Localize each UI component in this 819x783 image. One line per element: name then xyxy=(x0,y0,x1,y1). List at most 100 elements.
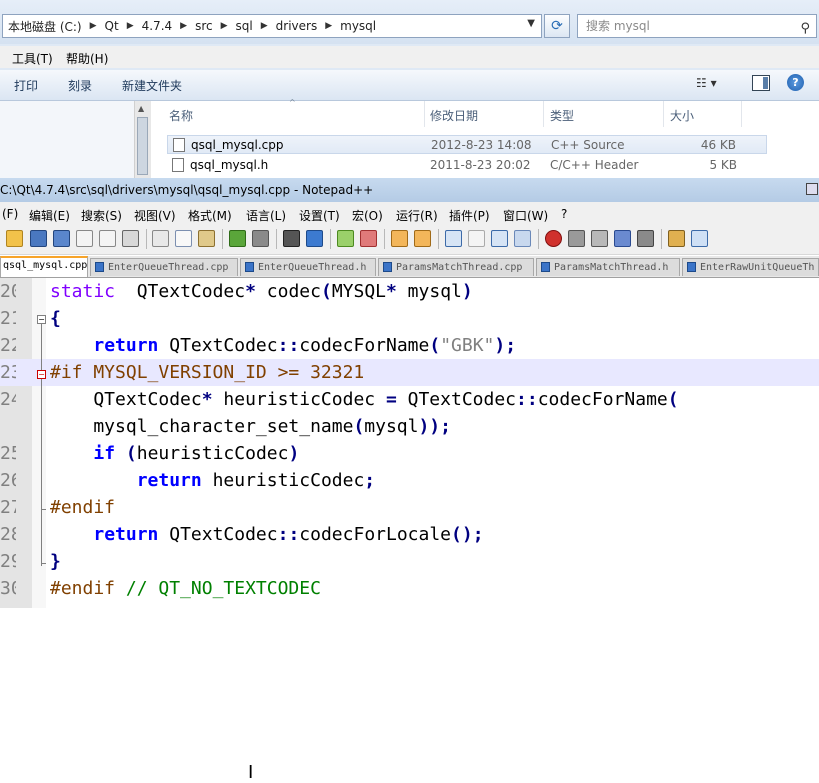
refresh-button[interactable]: ⟳ xyxy=(544,14,570,38)
close-all-icon[interactable] xyxy=(99,230,116,247)
chevron-right-icon[interactable]: ▶ xyxy=(87,21,100,31)
file-row[interactable]: qsql_mysql.h 2011-8-23 20:02 C/C++ Heade… xyxy=(167,156,767,175)
menu-edit[interactable]: 编辑(E) xyxy=(29,207,70,224)
code-line[interactable]: 30 #endif // QT_NO_TEXTCODEC xyxy=(0,575,819,602)
column-header-type[interactable]: 类型 xyxy=(550,107,574,124)
breadcrumb-drive[interactable]: 本地磁盘 (C:) xyxy=(3,18,87,35)
chevron-right-icon[interactable]: ▶ xyxy=(124,21,137,31)
copy-icon[interactable] xyxy=(175,230,192,247)
menu-run[interactable]: 运行(R) xyxy=(396,207,438,224)
open-file-icon[interactable] xyxy=(6,230,23,247)
chevron-right-icon[interactable]: ▶ xyxy=(218,21,231,31)
tab-enterrawunitqueuethread[interactable]: EnterRawUnitQueueTh xyxy=(682,258,819,276)
breadcrumb-drivers[interactable]: drivers xyxy=(271,19,323,33)
fold-toggle-icon[interactable]: − xyxy=(37,315,46,324)
replace-icon[interactable] xyxy=(306,230,323,247)
sync-horizontal-icon[interactable] xyxy=(414,230,431,247)
restore-window-icon[interactable] xyxy=(806,183,818,195)
scroll-up-arrow-icon[interactable]: ▲ xyxy=(138,104,144,113)
sync-vertical-icon[interactable] xyxy=(391,230,408,247)
breadcrumb-sql[interactable]: sql xyxy=(231,19,258,33)
code-line[interactable]: 20static QTextCodec* codec(MYSQL* mysql) xyxy=(0,278,819,305)
code-editor[interactable]: 20static QTextCodec* codec(MYSQL* mysql)… xyxy=(0,278,819,608)
code-line[interactable]: mysql_character_set_name(mysql)); xyxy=(0,413,819,440)
print-button[interactable]: 打印 xyxy=(14,77,38,94)
code-line[interactable]: 22 return QTextCodec::codecForName("GBK"… xyxy=(0,332,819,359)
menu-macro[interactable]: 宏(O) xyxy=(352,207,383,224)
save-all-icon[interactable] xyxy=(53,230,70,247)
tab-qsql-mysql-cpp[interactable]: qsql_mysql.cpp xyxy=(0,256,88,277)
menu-language[interactable]: 语言(L) xyxy=(246,207,286,224)
plugin-icon[interactable] xyxy=(668,230,685,247)
breadcrumb-qt[interactable]: Qt xyxy=(100,19,124,33)
run-macro-multiple-icon[interactable] xyxy=(614,230,631,247)
column-divider[interactable] xyxy=(741,101,742,127)
undo-icon[interactable] xyxy=(229,230,246,247)
menu-window[interactable]: 窗口(W) xyxy=(503,207,548,224)
navigation-scrollbar[interactable]: ▲ xyxy=(134,101,151,178)
word-wrap-icon[interactable] xyxy=(445,230,462,247)
code-line[interactable]: 24 QTextCodec* heuristicCodec = QTextCod… xyxy=(0,386,819,413)
show-all-chars-icon[interactable] xyxy=(468,230,485,247)
burn-button[interactable]: 刻录 xyxy=(68,77,92,94)
code-line[interactable]: 28 return QTextCodec::codecForLocale(); xyxy=(0,521,819,548)
close-file-icon[interactable] xyxy=(76,230,93,247)
save-icon[interactable] xyxy=(30,230,47,247)
menu-help[interactable]: ? xyxy=(561,207,567,221)
redo-icon[interactable] xyxy=(252,230,269,247)
cut-icon[interactable] xyxy=(152,230,169,247)
column-header-size[interactable]: 大小 xyxy=(670,107,694,124)
indent-guide-icon[interactable] xyxy=(491,230,508,247)
menu-file[interactable]: (F) xyxy=(2,207,18,221)
find-icon[interactable] xyxy=(283,230,300,247)
column-divider[interactable] xyxy=(424,101,425,127)
column-divider[interactable] xyxy=(543,101,544,127)
navigation-pane[interactable] xyxy=(0,101,134,178)
help-icon[interactable]: ? xyxy=(787,74,804,91)
column-divider[interactable] xyxy=(663,101,664,127)
record-macro-icon[interactable] xyxy=(545,230,562,247)
zoom-in-icon[interactable] xyxy=(337,230,354,247)
fold-toggle-icon[interactable]: − xyxy=(37,370,46,379)
menu-plugins[interactable]: 插件(P) xyxy=(449,207,490,224)
column-header-name[interactable]: 名称 xyxy=(169,107,193,124)
save-macro-icon[interactable] xyxy=(637,230,654,247)
tab-paramsmatchthread-h[interactable]: ParamsMatchThread.h xyxy=(536,258,680,276)
print-icon[interactable] xyxy=(122,230,139,247)
scrollbar-thumb[interactable] xyxy=(137,117,148,175)
chevron-right-icon[interactable]: ▶ xyxy=(258,21,271,31)
spellcheck-icon[interactable] xyxy=(691,230,708,247)
new-folder-button[interactable]: 新建文件夹 xyxy=(122,77,182,94)
play-macro-icon[interactable] xyxy=(591,230,608,247)
chevron-right-icon[interactable]: ▶ xyxy=(322,21,335,31)
menu-help[interactable]: 帮助(H) xyxy=(66,50,108,67)
chevron-right-icon[interactable]: ▶ xyxy=(177,21,190,31)
menu-view[interactable]: 视图(V) xyxy=(134,207,176,224)
code-line[interactable]: 25 if (heuristicCodec) xyxy=(0,440,819,467)
code-line[interactable]: 23 #if MYSQL_VERSION_ID >= 32321 xyxy=(0,359,819,386)
search-input[interactable]: 搜索 mysql ⚲ xyxy=(577,14,817,38)
preview-pane-button[interactable] xyxy=(752,75,770,91)
zoom-out-icon[interactable] xyxy=(360,230,377,247)
tab-paramsmatchthread-cpp[interactable]: ParamsMatchThread.cpp xyxy=(378,258,534,276)
menu-settings[interactable]: 设置(T) xyxy=(299,207,340,224)
function-list-icon[interactable] xyxy=(514,230,531,247)
view-options-button[interactable]: ☷ ▾ xyxy=(696,76,717,90)
stop-macro-icon[interactable] xyxy=(568,230,585,247)
code-line[interactable]: 26 return heuristicCodec; xyxy=(0,467,819,494)
tab-enterqueuethread-h[interactable]: EnterQueueThread.h xyxy=(240,258,376,276)
menu-tools[interactable]: 工具(T) xyxy=(12,50,53,67)
tab-enterqueuethread-cpp[interactable]: EnterQueueThread.cpp xyxy=(90,258,238,276)
title-bar[interactable]: C:\Qt\4.7.4\src\sql\drivers\mysql\qsql_m… xyxy=(0,178,819,202)
search-icon[interactable]: ⚲ xyxy=(800,18,810,40)
column-header-date[interactable]: 修改日期 xyxy=(430,107,478,124)
code-line[interactable]: 29} xyxy=(0,548,819,575)
paste-icon[interactable] xyxy=(198,230,215,247)
code-line[interactable]: 21 { xyxy=(0,305,819,332)
code-line[interactable]: 27 #endif xyxy=(0,494,819,521)
breadcrumb-version[interactable]: 4.7.4 xyxy=(137,19,178,33)
breadcrumb-mysql[interactable]: mysql xyxy=(335,19,381,33)
breadcrumb-src[interactable]: src xyxy=(190,19,218,33)
chevron-down-icon[interactable]: ▼ xyxy=(527,18,535,29)
menu-format[interactable]: 格式(M) xyxy=(188,207,232,224)
